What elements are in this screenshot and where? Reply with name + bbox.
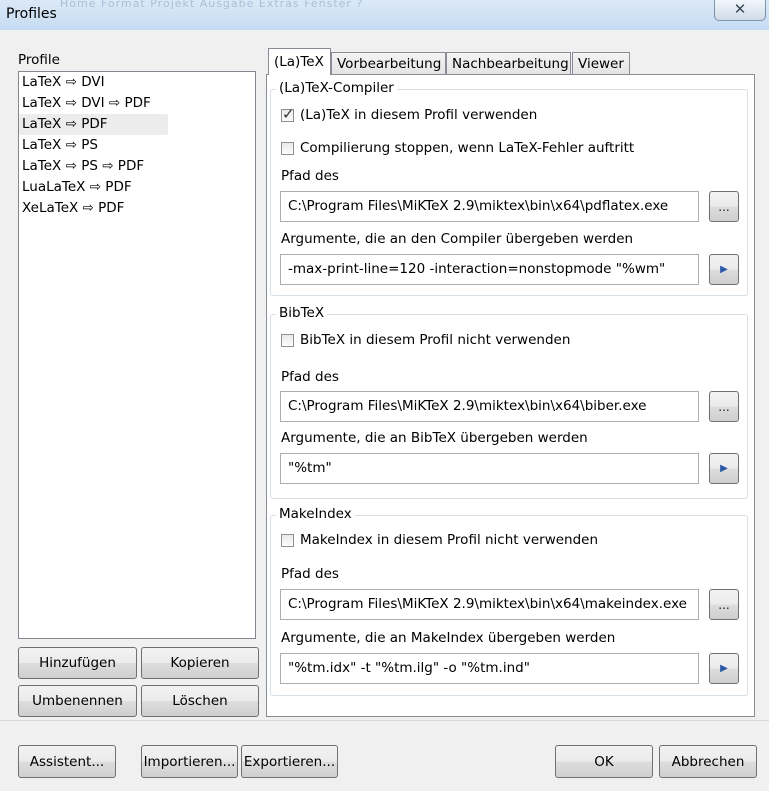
use-latex-label: (La)TeX in diesem Profil verwenden <box>300 107 538 123</box>
tab-vorbearbeitung[interactable]: Vorbearbeitung <box>331 52 446 75</box>
list-item[interactable]: LaTeX ⇨ PS ⇨ PDF <box>19 156 255 177</box>
list-item-selected[interactable]: LaTeX ⇨ PDF <box>19 114 168 135</box>
compiler-path-label: Pfad des <box>281 168 339 184</box>
export-button[interactable]: Exportieren... <box>241 745 338 778</box>
bibtex-path-field[interactable]: C:\Program Files\MiKTeX 2.9\miktex\bin\x… <box>280 391 699 422</box>
bibtex-args-label: Argumente, die an BibTeX übergeben werde… <box>281 430 588 446</box>
makeindex-args-menu-button[interactable]: ▶ <box>709 653 739 684</box>
add-profile-button[interactable]: Hinzufügen <box>18 647 137 679</box>
bibtex-group-title: BibTeX <box>276 305 328 321</box>
ellipsis-icon: ... <box>718 199 730 214</box>
makeindex-browse-button[interactable]: ... <box>709 589 739 620</box>
tab-nachbearbeitung[interactable]: Nachbearbeitung <box>446 52 571 75</box>
window-title: Profiles <box>6 6 57 22</box>
compiler-args-field[interactable]: -max-print-line=120 -interaction=nonstop… <box>280 254 699 285</box>
bibtex-path-label: Pfad des <box>281 369 339 385</box>
ellipsis-icon: ... <box>718 597 730 612</box>
delete-profile-button[interactable]: Löschen <box>141 685 259 717</box>
makeindex-args-field[interactable]: "%tm.idx" -t "%tm.ilg" -o "%tm.ind" <box>280 653 699 684</box>
close-icon: ✕ <box>733 0 747 18</box>
close-button[interactable]: ✕ <box>714 0 766 21</box>
list-item[interactable]: LaTeX ⇨ PS <box>19 135 255 156</box>
bibtex-disable-label: BibTeX in diesem Profil nicht verwenden <box>300 332 571 348</box>
list-item[interactable]: XeLaTeX ⇨ PDF <box>19 198 255 219</box>
stop-on-error-label: Compilierung stoppen, wenn LaTeX-Fehler … <box>300 140 635 156</box>
bibtex-args-field[interactable]: "%tm" <box>280 453 699 484</box>
list-item[interactable]: LaTeX ⇨ DVI ⇨ PDF <box>19 93 255 114</box>
use-latex-checkbox[interactable]: ✓ <box>281 105 295 123</box>
compiler-group-title: (La)TeX-Compiler <box>276 80 397 96</box>
tab-viewer[interactable]: Viewer <box>572 52 630 75</box>
makeindex-args-label: Argumente, die an MakeIndex übergeben we… <box>281 630 616 646</box>
cancel-button[interactable]: Abbrechen <box>659 745 757 778</box>
makeindex-group-title: MakeIndex <box>276 506 355 522</box>
arrow-right-icon: ▶ <box>720 264 728 275</box>
title-bar: Home Format Projekt Ausgabe Extras Fenst… <box>0 0 769 30</box>
tab-latex[interactable]: (La)TeX <box>268 48 331 75</box>
makeindex-path-label: Pfad des <box>281 566 339 582</box>
compiler-args-menu-button[interactable]: ▶ <box>709 254 739 285</box>
list-item[interactable]: LaTeX ⇨ DVI <box>19 72 255 93</box>
ok-button[interactable]: OK <box>555 745 653 778</box>
wizard-button[interactable]: Assistent... <box>18 745 116 778</box>
makeindex-disable-label: MakeIndex in diesem Profil nicht verwend… <box>300 532 599 548</box>
copy-profile-button[interactable]: Kopieren <box>141 647 259 679</box>
profiles-label: Profile <box>18 52 60 68</box>
compiler-browse-button[interactable]: ... <box>709 191 739 222</box>
compiler-path-field[interactable]: C:\Program Files\MiKTeX 2.9\miktex\bin\x… <box>280 191 699 222</box>
footer-separator <box>0 720 769 721</box>
import-button[interactable]: Importieren... <box>141 745 238 778</box>
arrow-right-icon: ▶ <box>720 463 728 474</box>
arrow-right-icon: ▶ <box>720 663 728 674</box>
bibtex-disable-checkbox[interactable] <box>281 334 294 347</box>
bibtex-browse-button[interactable]: ... <box>709 391 739 422</box>
ellipsis-icon: ... <box>718 399 730 414</box>
bibtex-args-menu-button[interactable]: ▶ <box>709 453 739 484</box>
makeindex-disable-checkbox[interactable] <box>281 534 294 547</box>
background-menu-ghost: Home Format Projekt Ausgabe Extras Fenst… <box>60 0 364 10</box>
compiler-args-label: Argumente, die an den Compiler übergeben… <box>281 231 634 247</box>
list-item[interactable]: LuaLaTeX ⇨ PDF <box>19 177 255 198</box>
checkmark-icon: ✓ <box>282 105 295 123</box>
stop-on-error-checkbox[interactable] <box>281 142 294 155</box>
profiles-list[interactable]: LaTeX ⇨ DVI LaTeX ⇨ DVI ⇨ PDF LaTeX ⇨ PD… <box>18 71 256 639</box>
makeindex-path-field[interactable]: C:\Program Files\MiKTeX 2.9\miktex\bin\x… <box>280 589 699 620</box>
rename-profile-button[interactable]: Umbenennen <box>18 685 137 717</box>
